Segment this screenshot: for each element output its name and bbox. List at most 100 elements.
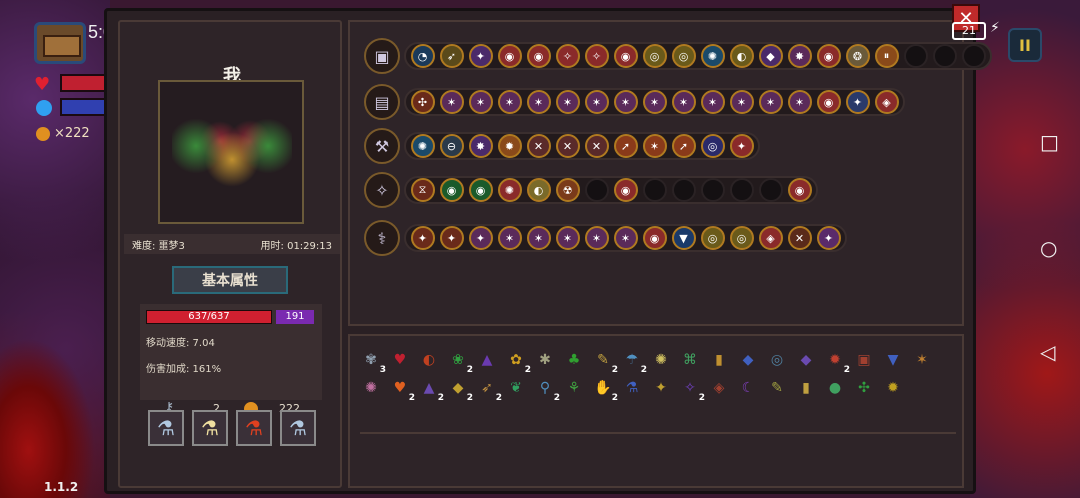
skill-icon[interactable]: ◉ bbox=[816, 90, 841, 114]
empty-skill-slot[interactable] bbox=[584, 178, 609, 202]
skill-icon[interactable]: ✶ bbox=[613, 90, 638, 114]
empty-skill-slot[interactable] bbox=[758, 178, 783, 202]
inventory-item-icon[interactable]: ◆ 2 bbox=[445, 376, 473, 403]
skill-icon[interactable]: ◆ bbox=[758, 44, 783, 68]
inventory-item-icon[interactable]: ✶ bbox=[909, 348, 935, 372]
skill-icon[interactable]: ◉ bbox=[613, 178, 638, 202]
skill-icon[interactable]: ✶ bbox=[497, 226, 522, 250]
pause-button[interactable]: II bbox=[1008, 28, 1042, 62]
inventory-item-icon[interactable]: ✹ 2 bbox=[822, 348, 850, 375]
back-button[interactable]: ◁ bbox=[1040, 340, 1055, 364]
inventory-item-icon[interactable]: ⚗ bbox=[619, 376, 645, 400]
skill-icon[interactable]: ✦ bbox=[439, 226, 464, 250]
skill-icon[interactable]: ◐ bbox=[526, 178, 551, 202]
potion-slot[interactable]: ⚗ bbox=[148, 410, 184, 446]
skill-icon[interactable]: ✶ bbox=[642, 90, 667, 114]
inventory-item-icon[interactable]: ✣ bbox=[851, 376, 877, 400]
skill-icon[interactable]: ✶ bbox=[671, 90, 696, 114]
staff-icon[interactable]: ✧ bbox=[364, 172, 400, 208]
skill-icon[interactable]: ✶ bbox=[642, 134, 667, 158]
skill-icon[interactable]: ◉ bbox=[497, 44, 522, 68]
inventory-item-icon[interactable]: ▲ 2 bbox=[416, 376, 444, 403]
skill-icon[interactable]: ◎ bbox=[729, 226, 754, 250]
skill-icon[interactable]: ✕ bbox=[787, 226, 812, 250]
empty-skill-slot[interactable] bbox=[671, 178, 696, 202]
skill-icon[interactable]: ✺ bbox=[497, 178, 522, 202]
skill-icon[interactable]: ✧ bbox=[555, 44, 580, 68]
skill-icon[interactable]: ✺ bbox=[410, 134, 435, 158]
skill-icon[interactable]: ⊖ bbox=[439, 134, 464, 158]
inventory-item-icon[interactable]: ◐ bbox=[416, 348, 442, 372]
inventory-item-icon[interactable]: ▣ bbox=[851, 348, 877, 372]
potion-slot[interactable]: ⚗ bbox=[280, 410, 316, 446]
skill-icon[interactable]: ✸ bbox=[787, 44, 812, 68]
inventory-item-icon[interactable]: ⚘ bbox=[561, 376, 587, 400]
empty-skill-slot[interactable] bbox=[903, 44, 928, 68]
skill-icon[interactable]: ⏸ bbox=[874, 44, 899, 68]
potion-slot[interactable]: ⚗ bbox=[236, 410, 272, 446]
inventory-item-icon[interactable]: ✋ 2 bbox=[590, 376, 618, 403]
skill-icon[interactable]: ✕ bbox=[555, 134, 580, 158]
inventory-item-icon[interactable]: ✺ bbox=[648, 348, 674, 372]
inventory-item-icon[interactable]: ✧ 2 bbox=[677, 376, 705, 403]
skill-icon[interactable]: ◈ bbox=[758, 226, 783, 250]
wand-icon[interactable]: ⚕ bbox=[364, 220, 400, 256]
base-attributes-tab[interactable]: 基本属性 bbox=[172, 266, 288, 294]
skill-icon[interactable]: ✶ bbox=[439, 90, 464, 114]
inventory-item-icon[interactable]: ▲ bbox=[474, 348, 500, 372]
skill-icon[interactable]: ✦ bbox=[468, 226, 493, 250]
skill-icon[interactable]: ➚ bbox=[613, 134, 638, 158]
skill-icon[interactable]: ✦ bbox=[816, 226, 841, 250]
skill-icon[interactable]: ◉ bbox=[613, 44, 638, 68]
skill-icon[interactable]: ◉ bbox=[787, 178, 812, 202]
skill-icon[interactable]: ✹ bbox=[497, 134, 522, 158]
skill-icon[interactable]: ✕ bbox=[526, 134, 551, 158]
inventory-item-icon[interactable]: ● bbox=[822, 376, 848, 400]
skill-icon[interactable]: ✦ bbox=[410, 226, 435, 250]
skill-icon[interactable]: ✸ bbox=[468, 134, 493, 158]
skill-icon[interactable]: ▼ bbox=[671, 226, 696, 250]
skill-icon[interactable]: ◎ bbox=[671, 44, 696, 68]
empty-skill-slot[interactable] bbox=[642, 178, 667, 202]
skill-icon[interactable]: ➚ bbox=[671, 134, 696, 158]
skill-icon[interactable]: ◎ bbox=[642, 44, 667, 68]
inventory-item-icon[interactable]: ✺ bbox=[358, 376, 384, 400]
empty-skill-slot[interactable] bbox=[961, 44, 986, 68]
skill-icon[interactable]: ☢ bbox=[555, 178, 580, 202]
inventory-item-icon[interactable]: ✎ bbox=[764, 376, 790, 400]
inventory-item-icon[interactable]: ♥ bbox=[387, 348, 413, 372]
skill-icon[interactable]: ✶ bbox=[555, 226, 580, 250]
inventory-item-icon[interactable]: ◆ bbox=[793, 348, 819, 372]
inventory-item-icon[interactable]: ✿ 2 bbox=[503, 348, 531, 375]
skill-icon[interactable]: ➶ bbox=[439, 44, 464, 68]
skill-icon[interactable]: ✶ bbox=[787, 90, 812, 114]
skill-icon[interactable]: ✶ bbox=[758, 90, 783, 114]
chest-icon[interactable] bbox=[34, 22, 86, 64]
skill-icon[interactable]: ✧ bbox=[584, 44, 609, 68]
skill-icon[interactable]: ◉ bbox=[526, 44, 551, 68]
skill-icon[interactable]: ◉ bbox=[439, 178, 464, 202]
home-button[interactable]: ○ bbox=[1040, 236, 1057, 260]
inventory-item-icon[interactable]: ♣ bbox=[561, 348, 587, 372]
empty-skill-slot[interactable] bbox=[729, 178, 754, 202]
inventory-item-icon[interactable]: ❦ bbox=[503, 376, 529, 400]
inventory-item-icon[interactable]: ⌘ bbox=[677, 348, 703, 372]
skill-icon[interactable]: ✶ bbox=[584, 90, 609, 114]
inventory-item-icon[interactable]: ✎ 2 bbox=[590, 348, 618, 375]
skill-icon[interactable]: ◉ bbox=[816, 44, 841, 68]
inventory-item-icon[interactable]: ▮ bbox=[706, 348, 732, 372]
skill-icon[interactable]: ✶ bbox=[468, 90, 493, 114]
empty-skill-slot[interactable] bbox=[932, 44, 957, 68]
skill-icon[interactable]: ✶ bbox=[526, 226, 551, 250]
recent-apps-button[interactable]: □ bbox=[1040, 130, 1059, 154]
inventory-item-icon[interactable]: ✾ 3 bbox=[358, 348, 386, 375]
skill-icon[interactable]: ✶ bbox=[613, 226, 638, 250]
inventory-item-icon[interactable]: ❀ 2 bbox=[445, 348, 473, 375]
inventory-item-icon[interactable]: ☂ 2 bbox=[619, 348, 647, 375]
skill-icon[interactable]: ⧖ bbox=[410, 178, 435, 202]
skill-icon[interactable]: ✶ bbox=[584, 226, 609, 250]
inventory-item-icon[interactable]: ▼ bbox=[880, 348, 906, 372]
hammer-icon[interactable]: ⚒ bbox=[364, 128, 400, 164]
spellbook-icon[interactable]: ▤ bbox=[364, 84, 400, 120]
inventory-item-icon[interactable]: ✱ bbox=[532, 348, 558, 372]
